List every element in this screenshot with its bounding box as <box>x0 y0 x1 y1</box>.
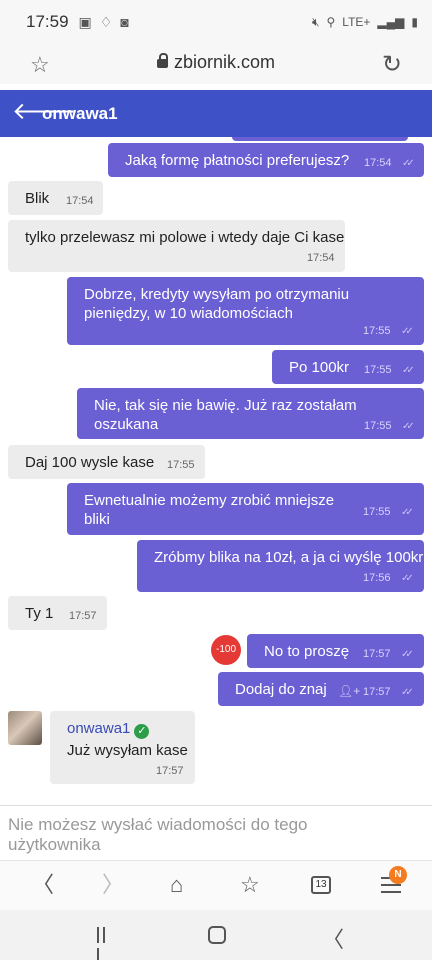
message-time: 17:57 <box>363 648 391 660</box>
message-outgoing[interactable]: Dobrze, kredyty wysyłam po otrzymaniu pi… <box>67 277 424 345</box>
message-outgoing[interactable]: Dodaj do znaj 👤︎+ 17:57 ✓✓ <box>218 672 424 706</box>
message-outgoing[interactable]: Zróbmy blika na 10zł, a ja ci wyślę 100k… <box>137 540 424 592</box>
message-time: 17:55 <box>363 325 391 337</box>
message-time: 17:57 <box>156 765 184 777</box>
menu-badge: N <box>389 866 407 884</box>
add-user-icon: 👤︎+ <box>338 684 361 698</box>
message-text: Ty 1 <box>25 605 54 622</box>
message-time: 17:56 <box>363 572 391 584</box>
message-text: Dodaj do znaj <box>235 681 327 698</box>
message-incoming[interactable]: Blik 17:54 <box>8 181 103 215</box>
message-incoming[interactable]: tylko przelewasz mi polowe i wtedy daje … <box>8 220 345 272</box>
message-sender[interactable]: onwawa1 ✓ <box>67 719 150 739</box>
bookmarks-icon[interactable]: ☆ <box>240 873 260 897</box>
avatar[interactable] <box>8 711 42 745</box>
message-time: 17:54 <box>364 157 392 169</box>
recents-icon[interactable] <box>97 927 113 960</box>
message-outgoing[interactable]: Po 100kr 17:55 ✓✓ <box>272 350 424 384</box>
double-check-icon: ✓✓ <box>401 507 414 518</box>
message-text: Już wysyłam kase <box>67 742 188 759</box>
double-check-icon: ✓✓ <box>401 687 414 698</box>
message-text: tylko przelewasz mi polowe i wtedy daje … <box>25 229 345 246</box>
message-time: 17:55 <box>364 364 392 376</box>
message-time: 17:54 <box>66 195 94 207</box>
double-check-icon: ✓✓ <box>401 573 414 584</box>
gallery-icon: ▣ <box>78 14 92 30</box>
message-text: Daj 100 wysle kase <box>25 454 155 471</box>
message-input-area: Nie możesz wysłać wiadomości do tego uży… <box>0 805 432 860</box>
double-check-icon: ✓✓ <box>402 365 415 376</box>
message-incoming[interactable]: Ty 1 17:57 <box>8 596 107 630</box>
message-text: No to proszę <box>264 643 350 660</box>
lock-icon <box>156 53 168 68</box>
message-time: 17:55 <box>363 506 391 518</box>
message-time: 17:54 <box>307 252 335 264</box>
browser-back-icon[interactable]: 〈 <box>32 873 54 897</box>
message-time: 17:55 <box>167 459 195 471</box>
message-text: Dobrze, kredyty wysyłam po otrzymaniu pi… <box>84 286 350 322</box>
message-outgoing[interactable]: No to proszę 17:57 ✓✓ <box>247 634 424 668</box>
message-text: Zróbmy blika na 10zł, a ja ci wyślę 100k… <box>154 549 424 566</box>
double-check-icon: ✓✓ <box>401 326 414 337</box>
browser-toolbar: 〈 〉 ⌂ ☆ 13 N <box>0 860 432 910</box>
reload-icon[interactable]: ↻ <box>382 50 402 79</box>
message-time: 17:57 <box>69 610 97 622</box>
tab-count: 13 <box>315 879 327 890</box>
message-text: Po 100kr <box>289 359 350 376</box>
signal-icon: ▂▄▆ <box>377 15 405 29</box>
message-outgoing[interactable]: Nie, tak się nie bawię. Już raz zostałam… <box>77 388 424 439</box>
message-outgoing[interactable]: Jaką formę płatności preferujesz? 17:54 … <box>108 143 424 177</box>
system-home-icon[interactable] <box>208 926 226 944</box>
status-bar: 17:59 ▣ ♢ ◙ 🔇︎ ⚲ LTE+ ▂▄▆ ▮ <box>0 0 432 44</box>
verified-check-icon: ✓ <box>134 724 150 739</box>
battery-icon: ▮ <box>411 15 418 29</box>
system-nav-bar: 〈 <box>0 910 432 960</box>
message-incoming[interactable]: Daj 100 wysle kase 17:55 <box>8 445 205 479</box>
url-bar: ☆ zbiornik.com ↻ <box>0 44 432 84</box>
credit-badge: -100 <box>211 635 241 665</box>
chat-title: onwawa1 <box>42 104 118 123</box>
url-field[interactable]: zbiornik.com <box>0 52 432 73</box>
mute-icon: 🔇︎ <box>311 14 320 29</box>
system-back-icon[interactable]: 〈 <box>322 922 344 954</box>
message-text: Ewnetualnie możemy zrobić mniejsze bliki <box>84 492 335 528</box>
app-icon: ◙ <box>120 14 129 30</box>
message-incoming[interactable]: onwawa1 ✓ Już wysyłam kase 17:57 <box>50 711 195 784</box>
home-icon[interactable]: ⌂ <box>170 873 183 897</box>
previous-message-edge <box>232 137 408 141</box>
message-time: 17:57 <box>363 686 391 698</box>
browser-forward-icon[interactable]: 〉 <box>102 873 124 897</box>
sender-name: onwawa1 <box>67 720 131 737</box>
double-check-icon: ✓✓ <box>401 649 414 660</box>
double-check-icon: ✓✓ <box>402 158 415 169</box>
message-text: Jaką formę płatności preferujesz? <box>125 152 350 169</box>
double-check-icon: ✓✓ <box>402 421 415 432</box>
network-label: LTE+ <box>342 15 371 29</box>
cannot-send-notice: Nie możesz wysłać wiadomości do tego uży… <box>8 815 308 854</box>
message-time: 17:55 <box>364 420 392 432</box>
status-right: 🔇︎ ⚲ LTE+ ▂▄▆ ▮ <box>312 15 418 30</box>
status-time: 17:59 <box>26 12 69 31</box>
chat-header: 🡐 onwawa1 <box>0 90 432 137</box>
tabs-icon[interactable]: 13 <box>311 876 331 894</box>
message-outgoing[interactable]: Ewnetualnie możemy zrobić mniejsze bliki… <box>67 483 424 535</box>
url-text: zbiornik.com <box>173 52 276 72</box>
notification-icon: ♢ <box>99 14 113 30</box>
message-text: Blik <box>25 190 50 207</box>
location-icon: ⚲ <box>326 15 336 29</box>
chat-area[interactable]: Jaką formę płatności preferujesz? 17:54 … <box>0 137 432 805</box>
